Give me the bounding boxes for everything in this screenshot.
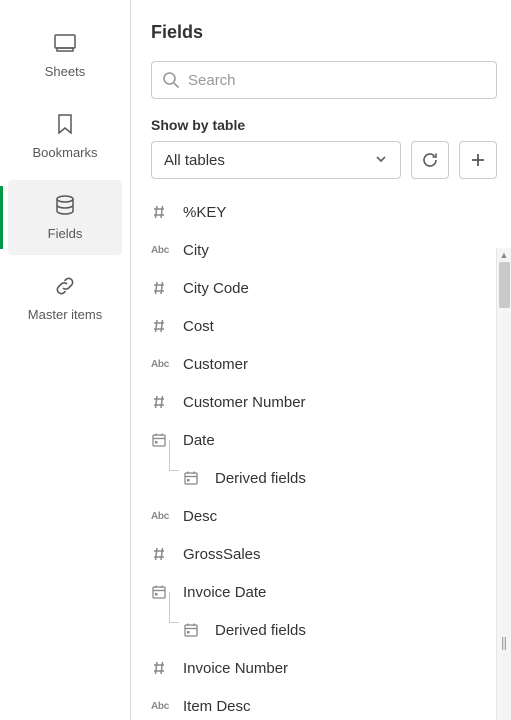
- field-name: GrossSales: [183, 546, 261, 563]
- chevron-down-icon: [374, 152, 388, 169]
- field-type-icon: Abc: [151, 359, 175, 370]
- tree-elbow-icon: [169, 459, 183, 497]
- field-name: Invoice Date: [183, 584, 266, 601]
- field-row[interactable]: Cost: [151, 307, 505, 345]
- sidebar-item-bookmarks[interactable]: Bookmarks: [0, 99, 130, 174]
- field-row[interactable]: Abc Desc: [151, 497, 505, 535]
- field-type-icon: Abc: [151, 701, 175, 712]
- sidebar-item-master-items[interactable]: Master items: [0, 261, 130, 336]
- resize-grip-icon[interactable]: ||: [497, 634, 510, 650]
- sidebar-item-sheets[interactable]: Sheets: [0, 18, 130, 93]
- field-type-icon: [151, 318, 175, 334]
- field-type-icon: [151, 546, 175, 562]
- bookmark-icon: [53, 113, 77, 135]
- sidebar-label: Sheets: [45, 64, 85, 79]
- field-type-icon: [183, 470, 207, 486]
- panel-title: Fields: [151, 22, 497, 43]
- fields-list[interactable]: %KEY Abc City City Code Cost Abc Customer Custo…: [131, 193, 511, 720]
- field-type-icon: [151, 204, 175, 220]
- sidebar-label: Fields: [48, 226, 83, 241]
- fields-panel: Fields Show by table All tables: [131, 0, 511, 720]
- field-row[interactable]: Abc City: [151, 231, 505, 269]
- sidebar-item-fields[interactable]: Fields: [8, 180, 122, 255]
- field-type-icon: Abc: [151, 245, 175, 256]
- field-name: Invoice Number: [183, 660, 288, 677]
- field-row[interactable]: Derived fields: [151, 611, 505, 649]
- field-row[interactable]: GrossSales: [151, 535, 505, 573]
- field-type-icon: [151, 584, 175, 600]
- table-dropdown[interactable]: All tables: [151, 141, 401, 179]
- show-by-table-label: Show by table: [151, 117, 497, 133]
- field-name: Desc: [183, 508, 217, 525]
- field-row[interactable]: Invoice Date: [151, 573, 505, 611]
- field-name: Derived fields: [215, 470, 306, 487]
- field-name: Item Desc: [183, 698, 251, 715]
- field-name: Customer: [183, 356, 248, 373]
- tree-elbow-icon: [169, 611, 183, 649]
- link-icon: [53, 275, 77, 297]
- field-type-icon: Abc: [151, 511, 175, 522]
- field-type-icon: [183, 622, 207, 638]
- field-row[interactable]: Abc Item Desc: [151, 687, 505, 720]
- scrollbar-thumb[interactable]: [499, 262, 510, 308]
- field-type-icon: [151, 394, 175, 410]
- dropdown-value: All tables: [164, 152, 374, 169]
- field-name: %KEY: [183, 204, 226, 221]
- sidebar-label: Bookmarks: [32, 145, 97, 160]
- refresh-button[interactable]: [411, 141, 449, 179]
- field-row[interactable]: Date: [151, 421, 505, 459]
- field-type-icon: [151, 280, 175, 296]
- search-input[interactable]: [188, 62, 486, 98]
- left-sidebar: Sheets Bookmarks Fields Master items: [0, 0, 131, 720]
- field-row[interactable]: Customer Number: [151, 383, 505, 421]
- database-icon: [53, 194, 77, 216]
- field-row[interactable]: City Code: [151, 269, 505, 307]
- sidebar-label: Master items: [28, 307, 102, 322]
- scroll-up-arrow[interactable]: ▲: [497, 248, 511, 262]
- field-type-icon: [151, 432, 175, 448]
- field-row[interactable]: Derived fields: [151, 459, 505, 497]
- field-name: Derived fields: [215, 622, 306, 639]
- field-row[interactable]: Abc Customer: [151, 345, 505, 383]
- field-name: City: [183, 242, 209, 259]
- search-input-wrap[interactable]: [151, 61, 497, 99]
- sheets-icon: [53, 32, 77, 54]
- search-icon: [162, 71, 180, 89]
- field-row[interactable]: Invoice Number: [151, 649, 505, 687]
- field-name: Date: [183, 432, 215, 449]
- field-name: City Code: [183, 280, 249, 297]
- field-row[interactable]: %KEY: [151, 193, 505, 231]
- field-type-icon: [151, 660, 175, 676]
- scrollbar[interactable]: ▲ ||: [496, 248, 511, 720]
- add-button[interactable]: [459, 141, 497, 179]
- field-name: Customer Number: [183, 394, 306, 411]
- field-name: Cost: [183, 318, 214, 335]
